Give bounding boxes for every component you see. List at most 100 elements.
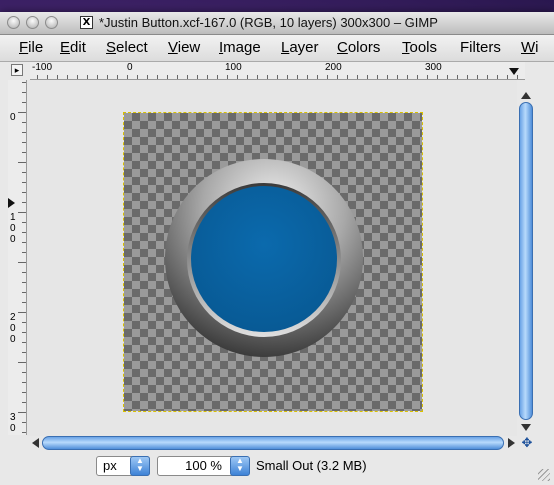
ruler-label: 100 bbox=[225, 62, 242, 73]
ruler-tick bbox=[117, 75, 118, 79]
canvas-area[interactable] bbox=[27, 80, 517, 436]
zoom-value: 100 % bbox=[185, 458, 222, 473]
menu-colors-mnemonic: C bbox=[337, 39, 348, 56]
ruler-tick bbox=[22, 322, 26, 323]
horizontal-scroll-thumb[interactable] bbox=[42, 436, 504, 450]
horizontal-scrollbar[interactable] bbox=[32, 436, 522, 450]
scroll-up-arrow-icon[interactable] bbox=[521, 92, 531, 99]
ruler-tick bbox=[22, 352, 26, 353]
ruler-tick bbox=[247, 75, 248, 79]
ruler-tick bbox=[347, 75, 348, 79]
vertical-scrollbar[interactable] bbox=[519, 92, 533, 432]
ruler-tick bbox=[157, 75, 158, 79]
ruler-tick bbox=[437, 75, 438, 79]
menu-filters-label: Filters bbox=[460, 39, 501, 56]
ruler-tick bbox=[267, 75, 268, 79]
ruler-tick bbox=[417, 75, 418, 79]
title-bar[interactable]: X *Justin Button.xcf-167.0 (RGB, 10 laye… bbox=[0, 12, 554, 35]
ruler-tick bbox=[22, 192, 26, 193]
ruler-tick bbox=[22, 252, 26, 253]
ruler-label: 0 bbox=[10, 112, 16, 123]
menu-image-label: mage bbox=[223, 39, 261, 56]
zoom-window-button[interactable] bbox=[45, 16, 58, 29]
menu-file[interactable]: File bbox=[19, 39, 43, 56]
ruler-tick bbox=[22, 282, 26, 283]
close-window-button[interactable] bbox=[7, 16, 20, 29]
menu-tools[interactable]: Tools bbox=[402, 39, 437, 56]
ruler-tick bbox=[22, 432, 26, 433]
status-bar: px ▲ ▼ 100 % ▲ ▼ Small Out (3.2 MB) bbox=[0, 455, 554, 485]
window-title: *Justin Button.xcf-167.0 (RGB, 10 layers… bbox=[99, 15, 438, 30]
scroll-right-arrow-icon[interactable] bbox=[508, 438, 515, 448]
menu-tools-mnemonic: T bbox=[402, 39, 410, 56]
ruler-tick bbox=[18, 362, 26, 363]
ruler-tick bbox=[22, 202, 26, 203]
zoom-select-arrow[interactable]: ▲ ▼ bbox=[230, 456, 250, 476]
ruler-tick bbox=[357, 75, 358, 79]
minimize-window-button[interactable] bbox=[26, 16, 39, 29]
ruler-tick bbox=[22, 402, 26, 403]
menu-image[interactable]: Image bbox=[219, 39, 261, 56]
ruler-tick bbox=[18, 312, 26, 313]
ruler-tick bbox=[187, 75, 188, 79]
menu-edit[interactable]: Edit bbox=[60, 39, 86, 56]
ruler-tick bbox=[87, 75, 88, 79]
ruler-label: 1 0 0 bbox=[10, 212, 16, 245]
menu-filters[interactable]: Filters bbox=[460, 39, 501, 56]
ruler-tick bbox=[22, 132, 26, 133]
quick-mask-toggle[interactable]: ▸ bbox=[11, 64, 23, 76]
ruler-tick bbox=[67, 75, 68, 79]
ruler-tick bbox=[317, 75, 318, 79]
ruler-label: 200 bbox=[325, 62, 342, 73]
ruler-tick bbox=[22, 182, 26, 183]
image-menu-arrow-icon[interactable] bbox=[509, 68, 519, 75]
ruler-tick bbox=[18, 212, 26, 213]
ruler-tick bbox=[22, 222, 26, 223]
image-canvas[interactable] bbox=[123, 112, 423, 412]
navigate-icon[interactable]: ✥ bbox=[520, 436, 534, 450]
ruler-tick bbox=[22, 422, 26, 423]
ruler-tick bbox=[22, 302, 26, 303]
ruler-tick bbox=[22, 152, 26, 153]
ruler-tick bbox=[177, 75, 178, 79]
scroll-down-arrow-icon[interactable] bbox=[521, 424, 531, 431]
ruler-tick bbox=[107, 75, 108, 79]
unit-select-arrow[interactable]: ▲ ▼ bbox=[130, 456, 150, 476]
menu-tools-label: ools bbox=[409, 39, 438, 56]
ruler-tick bbox=[57, 75, 58, 79]
gimp-image-window: X *Justin Button.xcf-167.0 (RGB, 10 laye… bbox=[0, 12, 554, 485]
menu-windows-mnemonic: W bbox=[521, 39, 536, 56]
ruler-tick bbox=[497, 75, 498, 79]
ruler-tick bbox=[367, 75, 368, 79]
ruler-tick bbox=[387, 75, 388, 79]
vertical-ruler[interactable]: 0 1 0 0 2 0 0 3 0 bbox=[8, 80, 27, 435]
menu-edit-label: dit bbox=[70, 39, 86, 56]
vertical-scroll-thumb[interactable] bbox=[519, 102, 533, 420]
ruler-tick bbox=[22, 92, 26, 93]
ruler-tick bbox=[22, 382, 26, 383]
resize-grip[interactable] bbox=[538, 469, 550, 481]
scroll-left-arrow-icon[interactable] bbox=[32, 438, 39, 448]
menu-layer-label: ayer bbox=[289, 39, 319, 56]
ruler-tick bbox=[18, 412, 26, 413]
menu-windows[interactable]: Wi bbox=[521, 39, 539, 56]
ruler-tick bbox=[22, 172, 26, 173]
menu-file-mnemonic: F bbox=[19, 39, 29, 56]
menu-colors-label: olors bbox=[347, 39, 381, 56]
menu-edit-mnemonic: E bbox=[60, 39, 71, 56]
ruler-tick bbox=[22, 82, 26, 83]
horizontal-ruler[interactable]: -100 0 100 200 300 bbox=[30, 62, 525, 80]
menu-colors[interactable]: Colors bbox=[337, 39, 380, 56]
status-message: Small Out (3.2 MB) bbox=[256, 458, 367, 473]
ruler-tick bbox=[407, 75, 408, 79]
menu-select[interactable]: Select bbox=[106, 39, 148, 56]
ruler-tick bbox=[447, 75, 448, 79]
ruler-tick bbox=[22, 372, 26, 373]
menu-layer[interactable]: Layer bbox=[281, 39, 319, 56]
ruler-tick bbox=[22, 102, 26, 103]
ruler-tick bbox=[287, 75, 288, 79]
menu-view[interactable]: View bbox=[168, 39, 200, 56]
ruler-tick bbox=[137, 75, 138, 79]
ruler-label: 2 0 0 bbox=[10, 312, 16, 345]
ruler-tick bbox=[327, 75, 328, 79]
